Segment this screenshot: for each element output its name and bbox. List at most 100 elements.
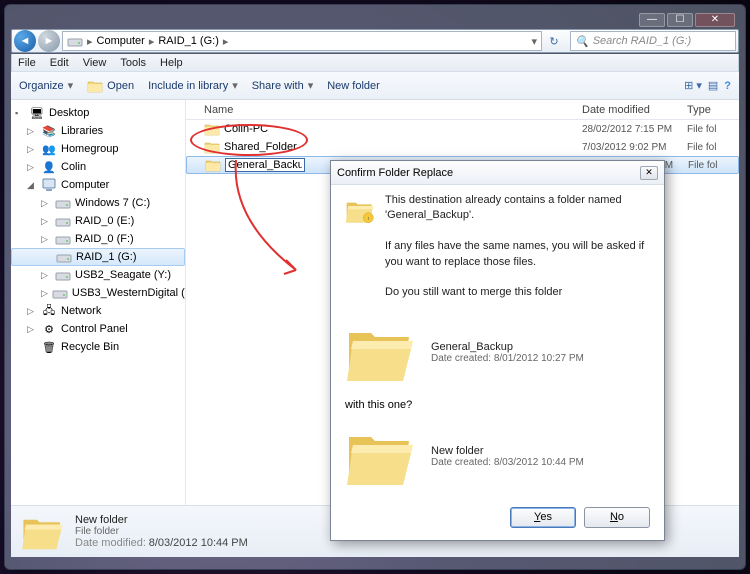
- user-icon: 👤: [41, 159, 57, 175]
- dialog-line1: This destination already contains a fold…: [385, 193, 650, 224]
- dialog-line2: If any files have the same names, you wi…: [385, 239, 650, 270]
- breadcrumb-dropdown-icon[interactable]: ▾: [531, 35, 537, 48]
- search-icon: 🔍: [575, 35, 589, 48]
- column-date[interactable]: Date modified: [582, 104, 687, 116]
- status-type: File folder: [75, 526, 248, 537]
- row-name-text: Colin-PC: [224, 123, 268, 135]
- search-placeholder: Search RAID_1 (G:): [593, 35, 691, 47]
- list-row[interactable]: Shared_Folder 7/03/2012 9:02 PM File fol: [186, 138, 739, 156]
- tree-windows7[interactable]: ▷Windows 7 (C:): [11, 194, 185, 212]
- libraries-icon: 📚: [41, 123, 57, 139]
- folder2-date: Date created: 8/03/2012 10:44 PM: [431, 457, 584, 468]
- tree-raid0e[interactable]: ▷RAID_0 (E:): [11, 212, 185, 230]
- forward-button[interactable]: ►: [38, 30, 60, 52]
- status-date-label: Date modified:: [75, 537, 146, 549]
- view-mode-button[interactable]: ⊞ ▾: [684, 79, 702, 92]
- folder-icon-large: [345, 421, 417, 493]
- tree-raid0f[interactable]: ▷RAID_0 (F:): [11, 230, 185, 248]
- column-type[interactable]: Type: [687, 104, 727, 116]
- tree-network[interactable]: ▷🖧Network: [11, 302, 185, 320]
- menu-help[interactable]: Help: [160, 57, 183, 69]
- folder-preview-existing[interactable]: General_Backup Date created: 8/01/2012 1…: [345, 317, 650, 389]
- tree-recycle-bin[interactable]: 🗑Recycle Bin: [11, 338, 185, 356]
- drive-icon: [52, 285, 68, 301]
- drive-icon: [67, 33, 83, 49]
- open-button[interactable]: Open: [87, 78, 134, 94]
- folder-icon: [205, 157, 221, 173]
- refresh-button[interactable]: ↻: [544, 35, 564, 48]
- homegroup-icon: 👥: [41, 141, 57, 157]
- tree-homegroup[interactable]: ▷👥Homegroup: [11, 140, 185, 158]
- drive-icon: [55, 267, 71, 283]
- chevron-right-icon: ▸: [149, 35, 155, 48]
- back-button[interactable]: ◄: [14, 30, 36, 52]
- row-name-text: Shared_Folder: [224, 141, 297, 153]
- tree-computer[interactable]: ◢Computer: [11, 176, 185, 194]
- menu-view[interactable]: View: [83, 57, 107, 69]
- tree-user[interactable]: ▷👤Colin: [11, 158, 185, 176]
- rename-input[interactable]: [225, 158, 305, 172]
- new-folder-button[interactable]: New folder: [327, 80, 380, 92]
- organize-button[interactable]: Organize ▾: [19, 79, 73, 92]
- tree-libraries[interactable]: ▷📚Libraries: [11, 122, 185, 140]
- toolbar: Organize ▾ Open Include in library ▾ Sha…: [11, 72, 739, 100]
- drive-icon: [55, 213, 71, 229]
- close-button[interactable]: ✕: [695, 13, 735, 27]
- tree-raid1g[interactable]: RAID_1 (G:): [11, 248, 185, 266]
- row-date: 7/03/2012 9:02 PM: [582, 142, 687, 153]
- dialog-line3: Do you still want to merge this folder: [385, 285, 650, 300]
- folder1-date: Date created: 8/01/2012 10:27 PM: [431, 353, 584, 364]
- svg-text:!: !: [368, 216, 369, 221]
- tree-desktop[interactable]: ▪🖥Desktop: [11, 104, 185, 122]
- folder2-name: New folder: [431, 445, 584, 457]
- computer-icon: [41, 177, 57, 193]
- row-date: 28/02/2012 7:15 PM: [582, 124, 687, 135]
- menu-tools[interactable]: Tools: [120, 57, 146, 69]
- annotation-arrow: [226, 160, 316, 280]
- confirm-replace-dialog: Confirm Folder Replace ✕ ! This destinat…: [330, 160, 665, 541]
- tree-usb2[interactable]: ▷USB2_Seagate (Y:): [11, 266, 185, 284]
- recycle-bin-icon: 🗑: [41, 339, 57, 355]
- no-button[interactable]: No: [584, 507, 650, 528]
- folder-icon-large: [21, 510, 65, 554]
- tree-control-panel[interactable]: ▷⚙Control Panel: [11, 320, 185, 338]
- list-row[interactable]: Colin-PC 28/02/2012 7:15 PM File fol: [186, 120, 739, 138]
- menu-bar: File Edit View Tools Help: [11, 54, 739, 72]
- dialog-title-bar[interactable]: Confirm Folder Replace ✕: [331, 161, 664, 185]
- menu-file[interactable]: File: [18, 57, 36, 69]
- row-type: File fol: [687, 142, 737, 153]
- dialog-buttons: Yes No: [331, 497, 664, 540]
- drive-icon: [56, 249, 72, 265]
- include-library-button[interactable]: Include in library ▾: [148, 79, 238, 92]
- network-icon: 🖧: [41, 303, 57, 319]
- breadcrumb-computer[interactable]: Computer: [97, 35, 145, 47]
- row-type: File fol: [687, 124, 737, 135]
- breadcrumb-current[interactable]: RAID_1 (G:): [158, 35, 219, 47]
- nav-bar: ◄ ► ▸ Computer ▸ RAID_1 (G:) ▸ ▾ ↻ 🔍 Sea…: [11, 29, 739, 53]
- folder1-name: General_Backup: [431, 341, 584, 353]
- folder-preview-new[interactable]: New folder Date created: 8/03/2012 10:44…: [345, 421, 650, 493]
- preview-pane-button[interactable]: ▤: [708, 79, 718, 92]
- dialog-title: Confirm Folder Replace: [337, 167, 453, 179]
- folder-warn-icon: !: [345, 193, 375, 229]
- share-with-button[interactable]: Share with ▾: [252, 79, 314, 92]
- yes-button[interactable]: Yes: [510, 507, 576, 528]
- maximize-button[interactable]: ☐: [667, 13, 693, 27]
- search-input[interactable]: 🔍 Search RAID_1 (G:): [570, 31, 736, 51]
- help-button[interactable]: ?: [724, 80, 731, 92]
- status-date: 8/03/2012 10:44 PM: [149, 537, 248, 549]
- breadcrumb[interactable]: ▸ Computer ▸ RAID_1 (G:) ▸ ▾: [62, 31, 542, 51]
- control-panel-icon: ⚙: [41, 321, 57, 337]
- drive-icon: [55, 195, 71, 211]
- column-name[interactable]: Name: [186, 104, 582, 116]
- minimize-button[interactable]: —: [639, 13, 665, 27]
- chevron-right-icon: ▸: [87, 35, 93, 48]
- menu-edit[interactable]: Edit: [50, 57, 69, 69]
- title-bar: — ☐ ✕: [11, 11, 739, 29]
- list-header[interactable]: Name Date modified Type: [186, 100, 739, 120]
- tree-usb3[interactable]: ▷USB3_WesternDigital (Z:): [11, 284, 185, 302]
- dialog-close-button[interactable]: ✕: [640, 166, 658, 180]
- folder-tree[interactable]: ▪🖥Desktop ▷📚Libraries ▷👥Homegroup ▷👤Coli…: [11, 100, 186, 505]
- folder-icon: [204, 121, 220, 137]
- chevron-right-icon: ▸: [223, 35, 229, 48]
